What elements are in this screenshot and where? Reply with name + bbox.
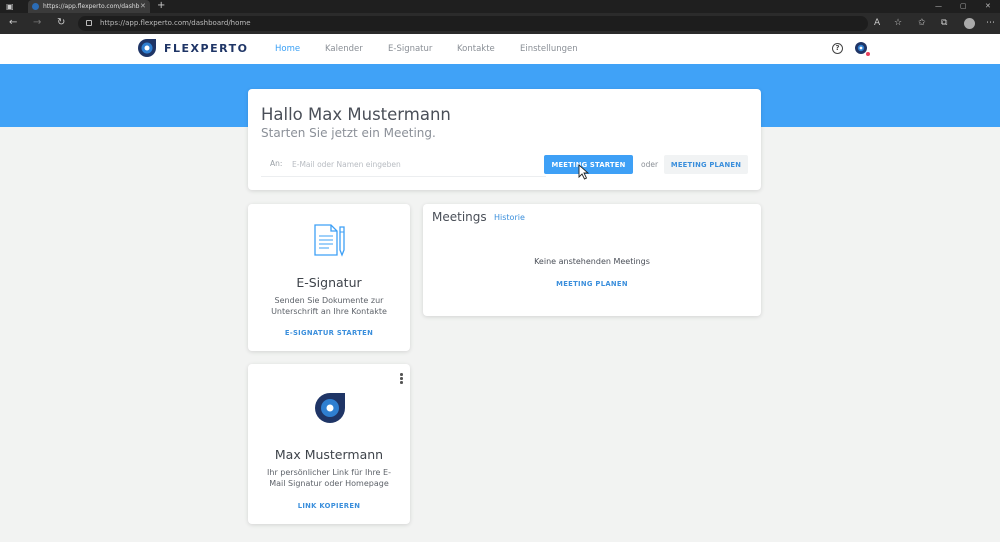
nav-home[interactable]: Home	[275, 44, 300, 54]
e-signature-desc-2: Unterschrift an Ihre Kontakte	[271, 307, 387, 316]
to-label: An:	[270, 159, 283, 168]
tab-title: https://app.flexperto.com/dashb	[43, 3, 140, 10]
copy-link[interactable]: LINK KOPIEREN	[248, 502, 410, 510]
url-field[interactable]: https://app.flexperto.com/dashboard/home	[78, 16, 868, 31]
profile-desc-1: Ihr persönlicher Link für Ihre E-	[267, 468, 391, 477]
nav-kontakte[interactable]: Kontakte	[457, 44, 495, 54]
tab-actions-icon[interactable]: ▣	[6, 1, 14, 13]
nav-kalender[interactable]: Kalender	[325, 44, 363, 54]
empty-meetings-text: Keine anstehenden Meetings	[534, 257, 650, 266]
minimize-icon[interactable]: —	[935, 0, 942, 12]
document-pen-icon	[314, 224, 345, 257]
plan-meeting-link[interactable]: MEETING PLANEN	[423, 280, 761, 288]
profile-link-card: Max Mustermann Ihr persönlicher Link für…	[248, 364, 410, 524]
new-tab-icon[interactable]: +	[157, 0, 165, 12]
app-header: FLEXPERTO Home Kalender E-Signatur Konta…	[0, 34, 1000, 64]
browser-titlebar: ▣ https://app.flexperto.com/dashb ✕ + — …	[0, 0, 1000, 13]
nav-e-signatur[interactable]: E-Signatur	[388, 44, 432, 54]
greeting-title: Hallo Max Mustermann	[261, 105, 451, 124]
greeting-subtitle: Starten Sie jetzt ein Meeting.	[261, 126, 436, 140]
forward-icon[interactable]: →	[33, 17, 41, 29]
history-link[interactable]: Historie	[494, 213, 525, 222]
address-bar: ← → ↻ https://app.flexperto.com/dashboar…	[0, 13, 1000, 34]
meetings-title: Meetings	[432, 210, 487, 224]
browser-profile-icon[interactable]	[964, 18, 975, 29]
profile-desc-2: Mail Signatur oder Homepage	[269, 479, 389, 488]
recipient-row: An:	[261, 152, 546, 177]
nav-einstellungen[interactable]: Einstellungen	[520, 44, 578, 54]
meetings-card: Meetings Historie Keine anstehenden Meet…	[423, 204, 761, 316]
or-label: oder	[641, 160, 659, 169]
meeting-start-card: Hallo Max Mustermann Starten Sie jetzt e…	[248, 89, 761, 190]
tab-favicon-icon	[32, 3, 39, 10]
flexperto-logo-icon[interactable]	[137, 38, 157, 58]
browser-menu-icon[interactable]: ⋯	[986, 17, 995, 29]
reload-icon[interactable]: ↻	[57, 17, 65, 29]
mouse-cursor-icon	[578, 164, 590, 180]
recipient-input[interactable]	[292, 157, 542, 171]
e-signature-title: E-Signatur	[296, 275, 362, 290]
start-e-signature-link[interactable]: E-SIGNATUR STARTEN	[248, 329, 410, 337]
favorites-list-icon[interactable]: ✩	[918, 17, 926, 29]
notification-dot	[866, 52, 870, 56]
lock-icon	[86, 20, 92, 26]
url-text: https://app.flexperto.com/dashboard/home	[100, 19, 251, 27]
browser-tab[interactable]: https://app.flexperto.com/dashb	[28, 0, 150, 13]
maximize-icon[interactable]: ▢	[960, 0, 967, 12]
back-icon[interactable]: ←	[9, 17, 17, 29]
collections-icon[interactable]: ⧉	[941, 17, 947, 29]
favorite-icon[interactable]: ☆	[894, 17, 902, 29]
e-signature-card: E-Signatur Senden Sie Dokumente zur Unte…	[248, 204, 410, 351]
e-signature-desc-1: Senden Sie Dokumente zur	[274, 296, 384, 305]
brand-name[interactable]: FLEXPERTO	[164, 42, 248, 55]
tab-close-icon[interactable]: ✕	[140, 0, 146, 13]
plan-meeting-button[interactable]: MEETING PLANEN	[664, 155, 748, 174]
window-close-icon[interactable]: ✕	[985, 0, 991, 12]
flexperto-logo-icon	[315, 393, 345, 423]
more-options-icon[interactable]	[400, 373, 403, 385]
help-icon[interactable]: ?	[832, 43, 843, 54]
profile-name: Max Mustermann	[274, 447, 384, 462]
read-aloud-icon[interactable]: A	[874, 17, 880, 29]
